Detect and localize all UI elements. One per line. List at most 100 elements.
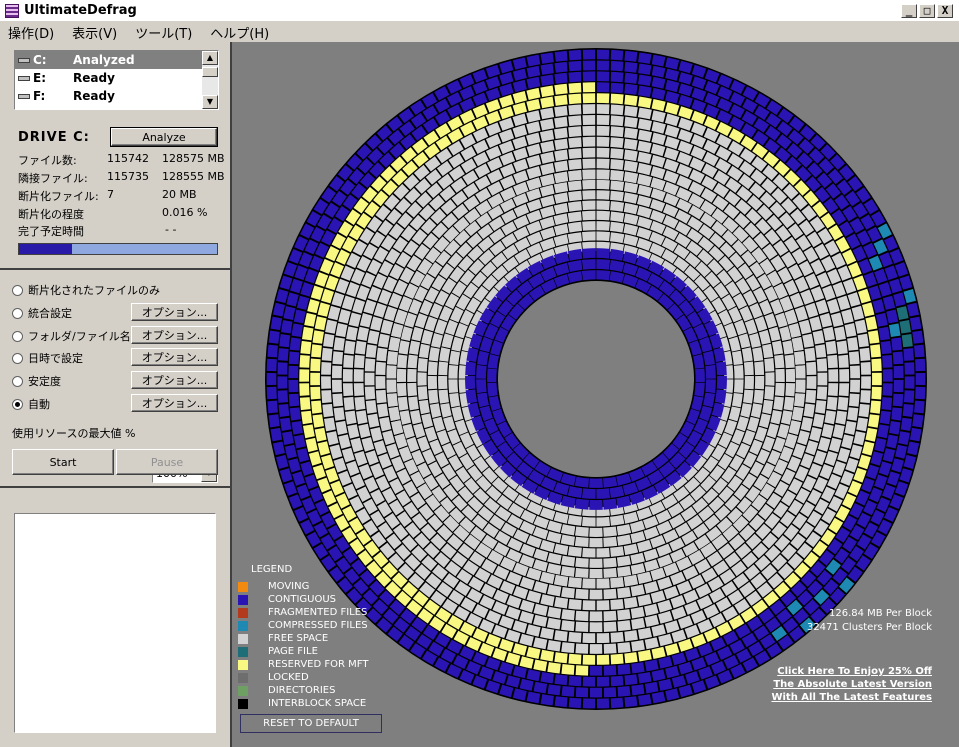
option-auto[interactable]: 自動	[12, 396, 50, 412]
cluster-block	[774, 382, 785, 397]
cluster-block	[733, 379, 744, 393]
reset-to-default-button[interactable]: RESET TO DEFAULT	[240, 714, 382, 733]
legend-swatch[interactable]	[238, 633, 248, 644]
menu-operation[interactable]: 操作(D)	[4, 23, 54, 42]
legend-swatch[interactable]	[238, 646, 248, 657]
legend-item[interactable]: INTERBLOCK SPACE	[238, 698, 366, 709]
maximize-button[interactable]: □	[919, 4, 935, 18]
legend-label: MOVING	[268, 581, 310, 592]
cluster-block	[268, 330, 280, 344]
pause-button[interactable]: Pause	[116, 449, 218, 475]
cluster-block	[575, 665, 589, 676]
consolidate-options-button[interactable]: オプション...	[131, 303, 218, 321]
cluster-block	[377, 403, 389, 418]
close-button[interactable]: X	[937, 4, 953, 18]
cluster-block	[344, 340, 356, 355]
cluster-block	[752, 347, 764, 362]
stability-options-button[interactable]: オプション...	[131, 371, 218, 389]
legend-item[interactable]: RESERVED FOR MFT	[238, 659, 368, 670]
menu-view[interactable]: 表示(V)	[68, 23, 117, 42]
cluster-block	[596, 147, 610, 158]
cluster-block	[289, 407, 301, 421]
analyze-button[interactable]: Analyze	[110, 127, 218, 147]
cluster-block	[356, 410, 368, 425]
cluster-block	[568, 60, 582, 72]
legend-item[interactable]: CONTIGUOUS	[238, 594, 336, 605]
minimize-button[interactable]: _	[901, 4, 917, 18]
disk-cluster-map[interactable]	[232, 42, 959, 747]
cluster-block	[903, 390, 915, 403]
drive-list-scrollbar[interactable]: ▲ ▼	[202, 51, 218, 109]
legend-swatch[interactable]	[238, 698, 248, 709]
menu-bar: 操作(D) 表示(V) ツール(T) ヘルプ(H)	[0, 22, 959, 42]
radio-button[interactable]	[12, 398, 23, 410]
menu-help[interactable]: ヘルプ(H)	[206, 23, 269, 42]
cluster-block	[892, 393, 904, 407]
cluster-block	[610, 148, 624, 159]
auto-options-button[interactable]: オプション...	[131, 394, 218, 412]
cluster-block	[603, 687, 617, 698]
drive-letter: E:	[33, 71, 46, 85]
cluster-block	[547, 662, 561, 674]
option-consolidate[interactable]: 統合設定	[12, 305, 72, 321]
cluster-block	[428, 347, 440, 362]
legend-swatch[interactable]	[238, 659, 248, 670]
cluster-block	[754, 361, 765, 376]
promo-link-1[interactable]: Click Here To Enjoy 25% Off	[777, 666, 932, 677]
cluster-block	[744, 375, 754, 390]
option-fragmented-only[interactable]: 断片化されたファイルのみ	[12, 282, 160, 298]
legend-item[interactable]: FRAGMENTED FILES	[238, 607, 367, 618]
drive-row-c[interactable]: C: Analyzed	[15, 51, 218, 69]
cluster-block	[574, 498, 589, 510]
cluster-block	[554, 50, 568, 62]
legend-item[interactable]: FREE SPACE	[238, 633, 328, 644]
option-date-time[interactable]: 日時で設定	[12, 350, 83, 366]
radio-button[interactable]	[12, 307, 23, 319]
start-button[interactable]: Start	[12, 449, 114, 475]
folder-options-button[interactable]: オプション...	[131, 326, 218, 344]
legend-item[interactable]: DIRECTORIES	[238, 685, 335, 696]
option-folder-filename[interactable]: フォルダ/ファイル名	[12, 328, 131, 344]
drive-list[interactable]: C: Analyzed E: Ready F: Ready ▲ ▼	[14, 50, 219, 110]
legend-swatch[interactable]	[238, 594, 248, 605]
scroll-up-icon[interactable]: ▲	[202, 51, 218, 65]
drive-row-e[interactable]: E: Ready	[15, 69, 218, 87]
date-options-button[interactable]: オプション...	[131, 348, 218, 366]
cluster-block	[375, 361, 386, 375]
cluster-block	[765, 372, 775, 386]
legend-swatch[interactable]	[238, 620, 248, 631]
cluster-block	[836, 340, 848, 355]
radio-button[interactable]	[12, 284, 23, 296]
cluster-block	[774, 354, 785, 369]
option-stability[interactable]: 安定度	[12, 373, 61, 389]
drive-row-f[interactable]: F: Ready	[15, 87, 218, 105]
cluster-block	[554, 160, 569, 173]
legend-item[interactable]: LOCKED	[238, 672, 309, 683]
legend-item[interactable]: MOVING	[238, 581, 309, 592]
cluster-block	[561, 686, 575, 697]
cluster-block	[610, 697, 624, 709]
cluster-block	[354, 396, 366, 411]
radio-button[interactable]	[12, 352, 23, 364]
menu-tools[interactable]: ツール(T)	[131, 23, 192, 42]
radio-button[interactable]	[12, 330, 23, 342]
cluster-block	[610, 71, 624, 83]
promo-link-2[interactable]: The Absolute Latest Version	[773, 679, 932, 690]
cluster-block	[695, 368, 705, 383]
cluster-block	[332, 351, 344, 365]
cluster-block	[623, 149, 638, 162]
legend-swatch[interactable]	[238, 607, 248, 618]
legend-swatch[interactable]	[238, 672, 248, 683]
cluster-block	[554, 127, 568, 139]
cluster-block	[850, 365, 860, 379]
legend-swatch[interactable]	[238, 581, 248, 592]
scroll-thumb[interactable]	[202, 67, 218, 77]
radio-button[interactable]	[12, 375, 23, 387]
control-panel: C: Analyzed E: Ready F: Ready ▲ ▼ DRIVE …	[0, 42, 232, 747]
cluster-block	[624, 94, 638, 106]
legend-item[interactable]: PAGE FILE	[238, 646, 318, 657]
legend-swatch[interactable]	[238, 685, 248, 696]
scroll-down-icon[interactable]: ▼	[202, 95, 218, 109]
promo-link-3[interactable]: With All The Latest Features	[771, 692, 932, 703]
legend-item[interactable]: COMPRESSED FILES	[238, 620, 368, 631]
